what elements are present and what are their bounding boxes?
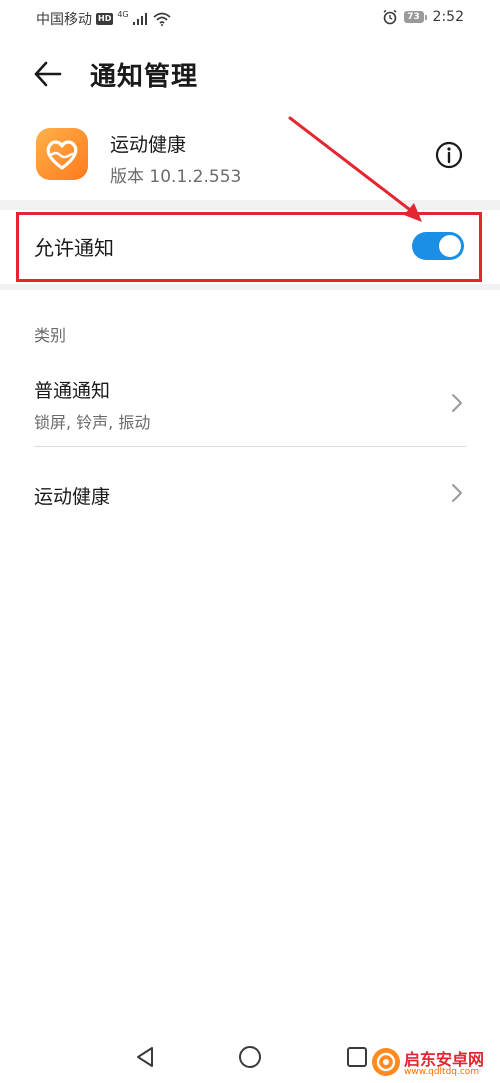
list-item-subtitle: 锁屏, 铃声, 振动 bbox=[34, 413, 151, 432]
network-type: 4G bbox=[117, 9, 129, 19]
info-button[interactable] bbox=[434, 140, 464, 170]
allow-notifications-row[interactable]: 允许通知 bbox=[0, 210, 500, 284]
status-left: 中国移动 HD 4G bbox=[36, 9, 171, 29]
app-version: 版本 10.1.2.553 bbox=[110, 167, 242, 187]
alarm-icon bbox=[383, 9, 396, 25]
home-circle-icon bbox=[239, 1046, 261, 1068]
arrow-left-icon bbox=[34, 61, 62, 87]
back-button[interactable] bbox=[28, 56, 68, 92]
carrier-name: 中国移动 bbox=[36, 12, 92, 28]
app-info: 运动健康 版本 10.1.2.553 bbox=[0, 122, 500, 194]
info-icon bbox=[435, 141, 463, 169]
heart-icon bbox=[46, 140, 78, 170]
watermark: 启东安卓网 www.qdltdq.com bbox=[372, 1046, 496, 1080]
status-bar: 中国移动 HD 4G 73 2:52 bbox=[0, 0, 500, 36]
list-item-title: 运动健康 bbox=[34, 486, 111, 508]
status-right: 73 2:52 bbox=[382, 9, 464, 25]
recent-square-icon bbox=[347, 1047, 367, 1067]
nav-back-button[interactable] bbox=[130, 1042, 160, 1072]
signal-icon bbox=[132, 13, 147, 25]
allow-notifications-label: 允许通知 bbox=[34, 236, 114, 260]
back-triangle-icon bbox=[137, 1047, 153, 1067]
battery-icon: 73 bbox=[403, 11, 427, 23]
watermark-url: www.qdltdq.com bbox=[404, 1067, 480, 1077]
chevron-right-icon bbox=[452, 394, 462, 412]
clock: 2:52 bbox=[432, 9, 464, 25]
nav-home-button[interactable] bbox=[235, 1042, 265, 1072]
allow-notifications-toggle[interactable] bbox=[412, 232, 464, 260]
divider bbox=[34, 446, 466, 447]
list-item-normal-notifications[interactable]: 普通通知 锁屏, 铃声, 振动 bbox=[0, 366, 500, 446]
list-item-sport-health[interactable]: 运动健康 bbox=[0, 462, 500, 526]
battery-cap bbox=[424, 14, 427, 20]
app-name: 运动健康 bbox=[110, 134, 187, 156]
watermark-logo-icon bbox=[372, 1048, 400, 1076]
category-label: 类别 bbox=[34, 326, 67, 345]
page-title: 通知管理 bbox=[90, 62, 199, 92]
toggle-knob bbox=[439, 235, 461, 257]
battery-level: 73 bbox=[403, 11, 424, 23]
header: 通知管理 bbox=[0, 44, 500, 104]
heart-app-icon bbox=[36, 128, 88, 180]
wifi-icon bbox=[153, 12, 171, 26]
hd-badge: HD bbox=[96, 13, 114, 25]
chevron-right-icon bbox=[452, 484, 462, 502]
nav-recent-button[interactable] bbox=[342, 1042, 372, 1072]
list-item-title: 普通通知 bbox=[34, 380, 111, 402]
watermark-mark-icon bbox=[376, 1052, 396, 1072]
